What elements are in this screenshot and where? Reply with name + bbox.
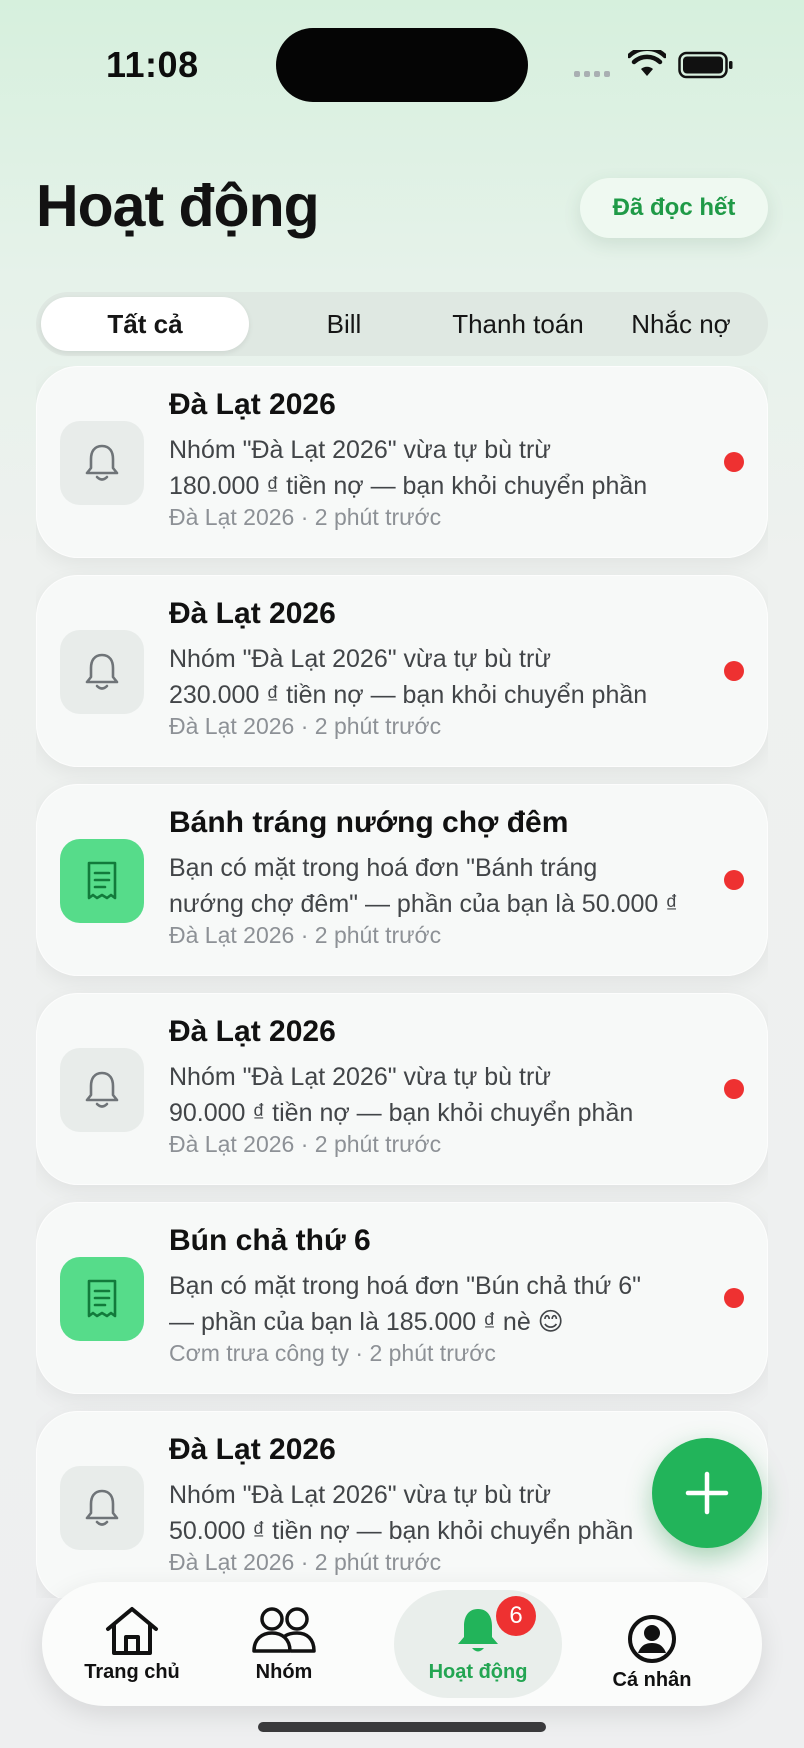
notification-meta: Cơm trưa công ty · 2 phút trước: [169, 1340, 496, 1366]
home-indicator: [258, 1722, 546, 1732]
notification-card[interactable]: Bánh tráng nướng chợ đêm Bạn có mặt tron…: [36, 784, 768, 976]
notification-meta: Đà Lạt 2026 · 2 phút trước: [169, 922, 442, 948]
tab-bill[interactable]: Bill: [254, 297, 434, 351]
tab-label: Trang chủ: [84, 1660, 180, 1683]
notification-card[interactable]: Đà Lạt 2026 Nhóm "Đà Lạt 2026" vừa tự bù…: [36, 993, 768, 1185]
notification-title: Đà Lạt 2026: [169, 1433, 336, 1466]
notification-description: Nhóm "Đà Lạt 2026" vừa tự bù trừ 90.000 …: [169, 1063, 634, 1127]
notification-card[interactable]: Đà Lạt 2026 Nhóm "Đà Lạt 2026" vừa tự bù…: [36, 366, 768, 558]
cellular-signal-icon: [574, 71, 610, 77]
notification-meta: Đà Lạt 2026 · 2 phút trước: [169, 504, 442, 530]
group-icon: [252, 1606, 316, 1653]
dynamic-island: [276, 28, 528, 102]
add-button[interactable]: [652, 1438, 762, 1548]
plus-icon: [685, 1471, 729, 1515]
profile-icon: [628, 1614, 676, 1663]
unread-dot: [724, 870, 744, 890]
notification-description: Bạn có mặt trong hoá đơn "Bún chả thứ 6"…: [169, 1272, 641, 1336]
bell-icon: [458, 1608, 498, 1651]
notification-card[interactable]: Đà Lạt 2026 Nhóm "Đà Lạt 2026" vừa tự bù…: [36, 575, 768, 767]
notification-description: Bạn có mặt trong hoá đơn "Bánh tráng nướ…: [169, 854, 679, 918]
tab-payment[interactable]: Thanh toán: [418, 297, 618, 351]
bell-icon: [60, 1048, 144, 1132]
bottom-tab-bar: Trang chủ Nhóm Hoạt động 6 Cá nhân: [42, 1582, 762, 1706]
tab-label: Nhóm: [255, 1660, 313, 1683]
bell-icon: [60, 1466, 144, 1550]
notification-title: Đà Lạt 2026: [169, 597, 336, 630]
tab-activity[interactable]: Hoạt động 6: [394, 1590, 562, 1698]
notification-card[interactable]: Bún chả thứ 6 Bạn có mặt trong hoá đơn "…: [36, 1202, 768, 1394]
page-title: Hoạt động: [36, 173, 320, 239]
notification-title: Bún chả thứ 6: [169, 1224, 371, 1257]
wifi-icon: [628, 50, 666, 76]
unread-dot: [724, 1079, 744, 1099]
notification-title: Đà Lạt 2026: [169, 1015, 336, 1048]
notification-meta: Đà Lạt 2026 · 2 phút trước: [169, 1549, 442, 1575]
notification-feed: Đà Lạt 2026 Nhóm "Đà Lạt 2026" vừa tự bù…: [36, 366, 768, 1598]
notification-count-badge: 6: [496, 1596, 536, 1636]
tab-label: Cá nhân: [612, 1668, 692, 1691]
battery-icon: [678, 51, 733, 79]
notification-title: Đà Lạt 2026: [169, 388, 336, 421]
notification-title: Bánh tráng nướng chợ đêm: [169, 806, 569, 839]
unread-dot: [724, 661, 744, 681]
tab-groups[interactable]: Nhóm: [214, 1590, 354, 1698]
tab-profile[interactable]: Cá nhân: [582, 1598, 722, 1706]
status-time: 11:08: [106, 44, 199, 85]
bell-icon: [60, 630, 144, 714]
notification-description: Nhóm "Đà Lạt 2026" vừa tự bù trừ 180.000…: [169, 436, 648, 500]
tab-home[interactable]: Trang chủ: [62, 1590, 202, 1698]
tab-all[interactable]: Tất cả: [41, 297, 249, 351]
unread-dot: [724, 452, 744, 472]
bell-icon: [60, 421, 144, 505]
unread-dot: [724, 1288, 744, 1308]
filter-tabs: Tất cả Bill Thanh toán Nhắc nợ: [36, 292, 768, 356]
home-icon: [106, 1606, 158, 1655]
tab-label: Hoạt động: [428, 1660, 528, 1683]
notification-description: Nhóm "Đà Lạt 2026" vừa tự bù trừ 50.000 …: [169, 1481, 634, 1545]
notification-description: Nhóm "Đà Lạt 2026" vừa tự bù trừ 230.000…: [169, 645, 648, 709]
tab-debt-reminder[interactable]: Nhắc nợ: [598, 297, 764, 351]
receipt-icon: [60, 1257, 144, 1341]
notification-meta: Đà Lạt 2026 · 2 phút trước: [169, 713, 442, 739]
status-bar: 11:08: [0, 0, 804, 130]
receipt-icon: [60, 839, 144, 923]
mark-all-read-button[interactable]: Đã đọc hết: [580, 178, 768, 238]
notification-meta: Đà Lạt 2026 · 2 phút trước: [169, 1131, 442, 1157]
